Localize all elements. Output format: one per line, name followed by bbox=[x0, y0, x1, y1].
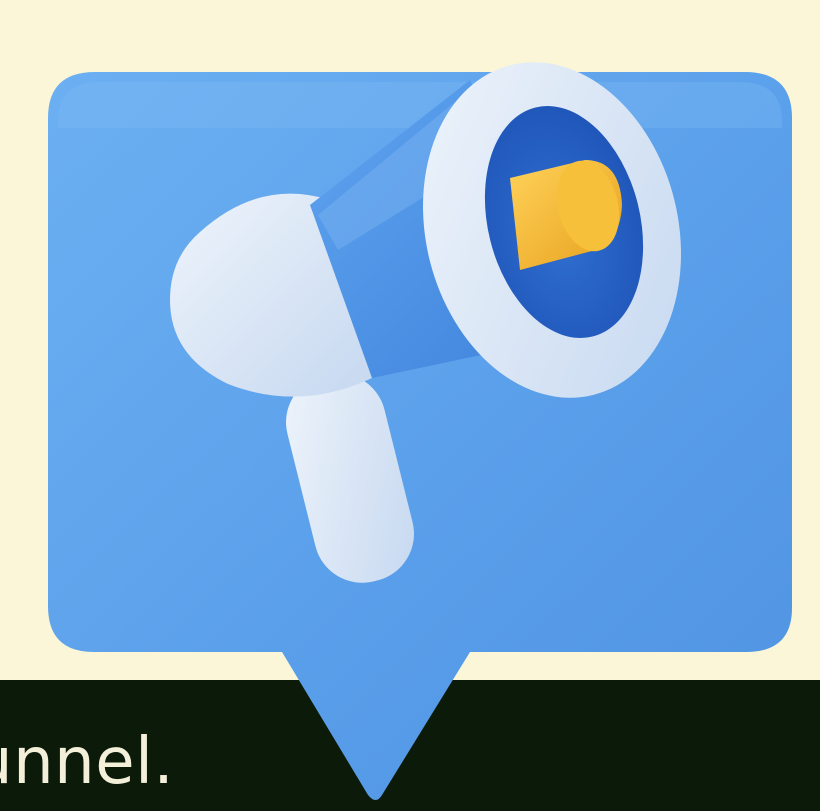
megaphone-speech-bubble-illustration bbox=[48, 62, 792, 800]
hero-canvas: unnel. bbox=[0, 0, 820, 811]
